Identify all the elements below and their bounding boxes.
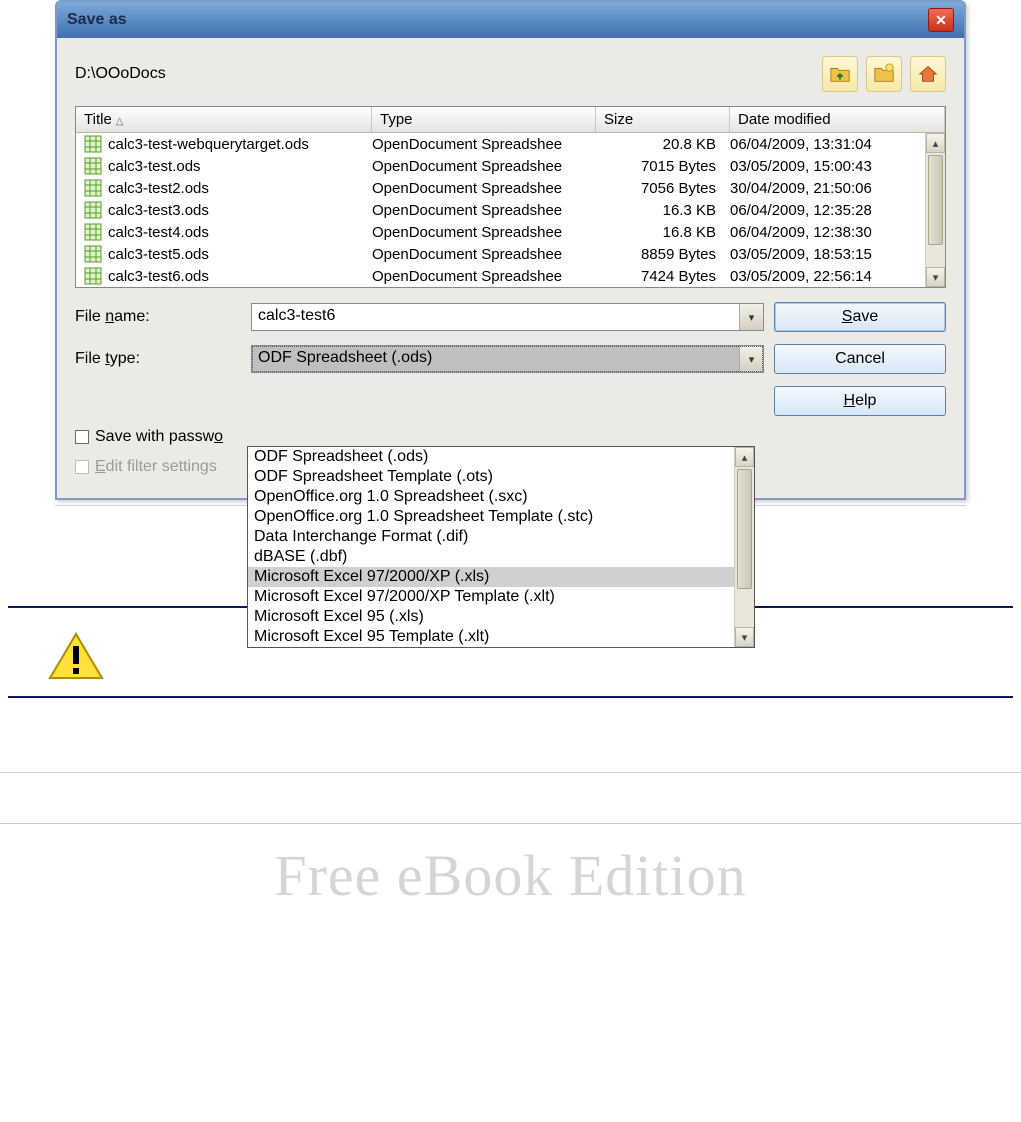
cancel-button[interactable]: Cancel — [774, 344, 946, 374]
list-item[interactable]: calc3-test-webquerytarget.ods OpenDocume… — [76, 133, 925, 155]
current-path: D:\OOoDocs — [75, 65, 166, 83]
scroll-thumb[interactable] — [737, 469, 752, 589]
column-size[interactable]: Size — [596, 107, 730, 132]
filetype-label: File type: — [75, 350, 241, 368]
save-as-dialog: Save as ✕ D:\OOoDocs — [55, 0, 966, 500]
scroll-down-icon[interactable]: ▾ — [735, 627, 754, 647]
file-list-scrollbar[interactable]: ▴ ▾ — [925, 133, 945, 287]
spreadsheet-file-icon — [84, 179, 104, 197]
file-list: Title△ Type Size Date modified calc3-tes… — [75, 106, 946, 288]
list-item[interactable]: calc3-test5.ods OpenDocument Spreadshee … — [76, 243, 925, 265]
spreadsheet-file-icon — [84, 245, 104, 263]
scroll-thumb[interactable] — [928, 155, 943, 245]
dropdown-scrollbar[interactable]: ▴ ▾ — [734, 447, 754, 647]
scroll-up-icon[interactable]: ▴ — [926, 133, 945, 153]
save-button[interactable]: Save — [774, 302, 946, 332]
titlebar: Save as ✕ — [57, 2, 964, 38]
spreadsheet-file-icon — [84, 157, 104, 175]
column-title[interactable]: Title△ — [76, 107, 372, 132]
filetype-select[interactable]: ODF Spreadsheet (.ods) ▾ — [251, 345, 764, 373]
level-up-icon[interactable] — [822, 56, 858, 92]
footer-watermark: Free eBook Edition — [0, 823, 1021, 909]
scroll-down-icon[interactable]: ▾ — [926, 267, 945, 287]
spreadsheet-file-icon — [84, 223, 104, 241]
warning-icon — [48, 632, 104, 680]
filetype-option[interactable]: Microsoft Excel 95 (.xls) — [248, 607, 734, 627]
filetype-option[interactable]: Microsoft Excel 97/2000/XP Template (.xl… — [248, 587, 734, 607]
list-item[interactable]: calc3-test3.ods OpenDocument Spreadshee … — [76, 199, 925, 221]
save-with-password-checkbox[interactable]: Save with passwo — [75, 428, 764, 446]
new-folder-icon[interactable] — [866, 56, 902, 92]
filetype-option[interactable]: OpenOffice.org 1.0 Spreadsheet Template … — [248, 507, 734, 527]
list-item[interactable]: calc3-test.ods OpenDocument Spreadshee 7… — [76, 155, 925, 177]
filetype-option[interactable]: Microsoft Excel 97/2000/XP (.xls) — [248, 567, 734, 587]
list-item[interactable]: calc3-test2.ods OpenDocument Spreadshee … — [76, 177, 925, 199]
home-icon[interactable] — [910, 56, 946, 92]
divider — [0, 772, 1021, 773]
chevron-down-icon[interactable]: ▾ — [739, 304, 763, 330]
filename-input[interactable]: calc3-test6 ▾ — [251, 303, 764, 331]
filetype-option[interactable]: Microsoft Excel 95 Template (.xlt) — [248, 627, 734, 647]
filetype-option[interactable]: ODF Spreadsheet Template (.ots) — [248, 467, 734, 487]
close-icon[interactable]: ✕ — [928, 8, 954, 32]
divider — [8, 696, 1013, 698]
list-item[interactable]: calc3-test6.ods OpenDocument Spreadshee … — [76, 265, 925, 287]
scroll-up-icon[interactable]: ▴ — [735, 447, 754, 467]
spreadsheet-file-icon — [84, 267, 104, 285]
column-type[interactable]: Type — [372, 107, 596, 132]
filetype-option[interactable]: ODF Spreadsheet (.ods) — [248, 447, 734, 467]
filename-label: File name: — [75, 308, 241, 326]
dialog-title: Save as — [67, 11, 127, 29]
filetype-option[interactable]: Data Interchange Format (.dif) — [248, 527, 734, 547]
column-date[interactable]: Date modified — [730, 107, 945, 132]
filetype-dropdown[interactable]: ODF Spreadsheet (.ods) ODF Spreadsheet T… — [247, 446, 755, 648]
spreadsheet-file-icon — [84, 201, 104, 219]
spreadsheet-file-icon — [84, 135, 104, 153]
chevron-down-icon[interactable]: ▾ — [739, 346, 763, 372]
help-button[interactable]: Help — [774, 386, 946, 416]
filetype-option[interactable]: OpenOffice.org 1.0 Spreadsheet (.sxc) — [248, 487, 734, 507]
sort-asc-icon: △ — [116, 116, 124, 127]
filetype-option[interactable]: dBASE (.dbf) — [248, 547, 734, 567]
list-item[interactable]: calc3-test4.ods OpenDocument Spreadshee … — [76, 221, 925, 243]
